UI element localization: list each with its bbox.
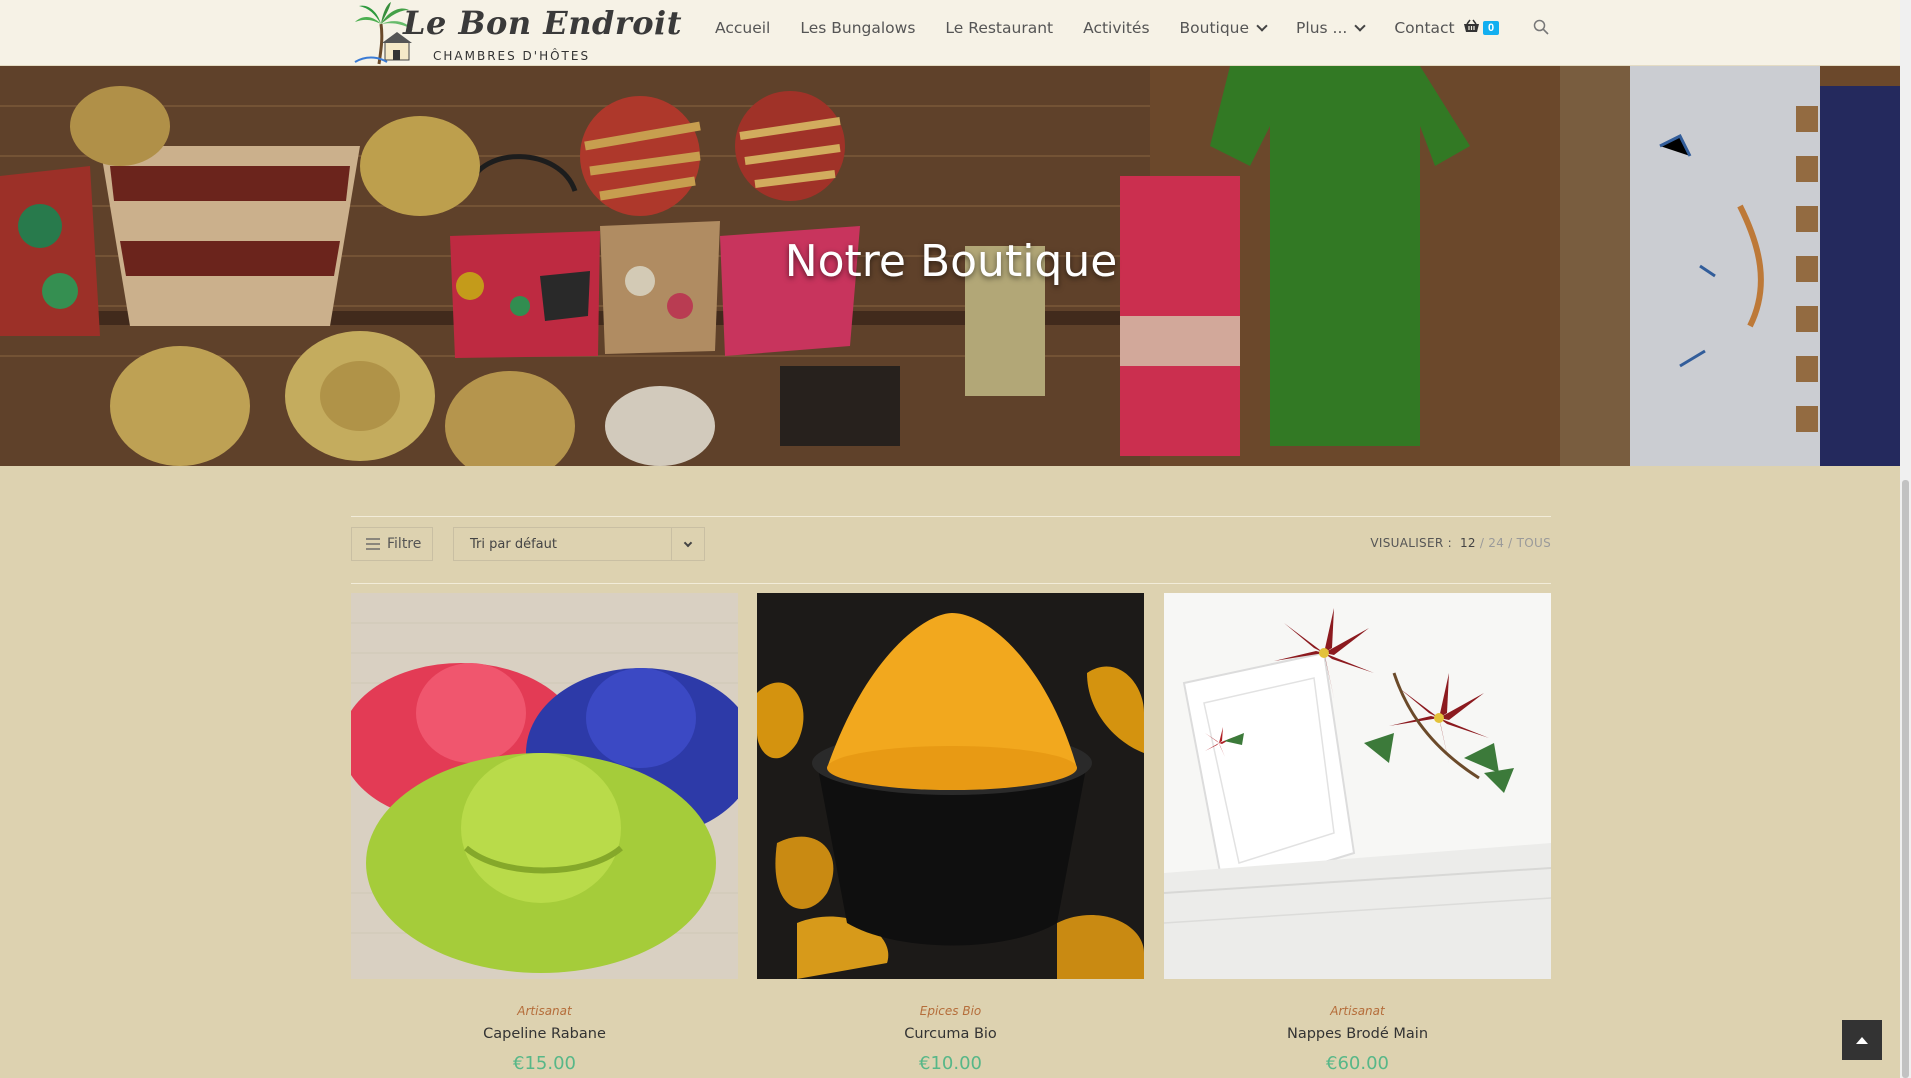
cart-count-badge: 0 (1483, 21, 1500, 35)
shop-toolbar: Filtre Tri par défaut VISUALISER : 12 / … (351, 516, 1551, 584)
chevron-down-icon (683, 538, 693, 547)
product-title[interactable]: Nappes Brodé Main (1164, 1026, 1551, 1042)
nav-label: Accueil (715, 19, 771, 37)
view-option-all[interactable]: / TOUS (1508, 536, 1551, 550)
nav-item-activites[interactable]: Activités (1068, 19, 1164, 37)
product-price: €10.00 (919, 1053, 982, 1074)
main-nav: Accueil Les Bungalows Le Restaurant Acti… (700, 0, 1470, 56)
chevron-down-icon (1256, 19, 1268, 32)
product-photo (757, 593, 1144, 979)
product-category[interactable]: Artisanat (1164, 1004, 1551, 1018)
filter-label: Filtre (387, 536, 422, 552)
nav-item-accueil[interactable]: Accueil (700, 19, 785, 37)
product-image-turmeric[interactable] (757, 593, 1144, 979)
nav-label: Plus ... (1296, 19, 1348, 37)
view-label: VISUALISER : (1370, 536, 1452, 550)
basket-icon (1464, 19, 1479, 32)
nav-label: Le Restaurant (945, 19, 1054, 37)
sort-selected-value: Tri par défaut (470, 536, 557, 552)
search-icon[interactable] (1533, 19, 1549, 35)
nav-label: Activités (1083, 19, 1150, 37)
nav-label: Boutique (1179, 19, 1250, 37)
site-header: Le Bon Endroit CHAMBRES D'HÔTES Accueil … (0, 0, 1900, 66)
logo-subtitle: CHAMBRES D'HÔTES (433, 49, 591, 63)
scroll-to-top-button[interactable] (1842, 1020, 1882, 1060)
filter-button[interactable]: Filtre (351, 527, 433, 561)
sort-select[interactable]: Tri par défaut (453, 527, 705, 561)
product-photo (1164, 593, 1551, 979)
product-title[interactable]: Curcuma Bio (757, 1026, 1144, 1042)
nav-item-plus[interactable]: Plus ... (1281, 19, 1379, 37)
site-logo[interactable]: Le Bon Endroit CHAMBRES D'HÔTES (351, 0, 681, 66)
logo-title: Le Bon Endroit (403, 4, 682, 42)
arrow-up-icon (1856, 1037, 1868, 1044)
nav-item-boutique[interactable]: Boutique (1165, 19, 1282, 37)
nav-item-restaurant[interactable]: Le Restaurant (930, 19, 1068, 37)
view-per-page: VISUALISER : 12 / 24 / TOUS (1370, 536, 1551, 550)
product-price: €15.00 (513, 1053, 576, 1074)
filter-list-icon (366, 538, 380, 550)
product-card: Artisanat Capeline Rabane €15.00 (351, 593, 738, 1074)
scrollbar-thumb[interactable] (1902, 480, 1909, 1078)
product-image-tablecloth[interactable] (1164, 593, 1551, 979)
product-category[interactable]: Epices Bio (757, 1004, 1144, 1018)
hero-banner: Notre Boutique (0, 66, 1902, 466)
product-card: Epices Bio Curcuma Bio €10.00 (757, 593, 1144, 1074)
nav-label: Contact (1394, 19, 1455, 37)
product-title[interactable]: Capeline Rabane (351, 1026, 738, 1042)
cart-button[interactable]: 0 (1463, 17, 1500, 35)
nav-label: Les Bungalows (800, 19, 916, 37)
nav-item-bungalows[interactable]: Les Bungalows (785, 19, 930, 37)
product-category[interactable]: Artisanat (351, 1004, 738, 1018)
chevron-down-icon (1354, 19, 1366, 32)
product-image-hats[interactable] (351, 593, 738, 979)
product-photo (351, 593, 738, 979)
sort-dropdown-toggle[interactable] (671, 528, 704, 560)
view-option-12[interactable]: 12 (1460, 536, 1476, 550)
page-scrollbar[interactable] (1900, 0, 1911, 1078)
product-price: €60.00 (1326, 1053, 1389, 1074)
page-title: Notre Boutique (784, 236, 1118, 287)
product-card: Artisanat Nappes Brodé Main €60.00 (1164, 593, 1551, 1074)
nav-item-contact[interactable]: Contact (1379, 19, 1469, 37)
product-grid: Artisanat Capeline Rabane €15.00 Epices … (351, 593, 1551, 1078)
view-option-24[interactable]: / 24 (1480, 536, 1504, 550)
